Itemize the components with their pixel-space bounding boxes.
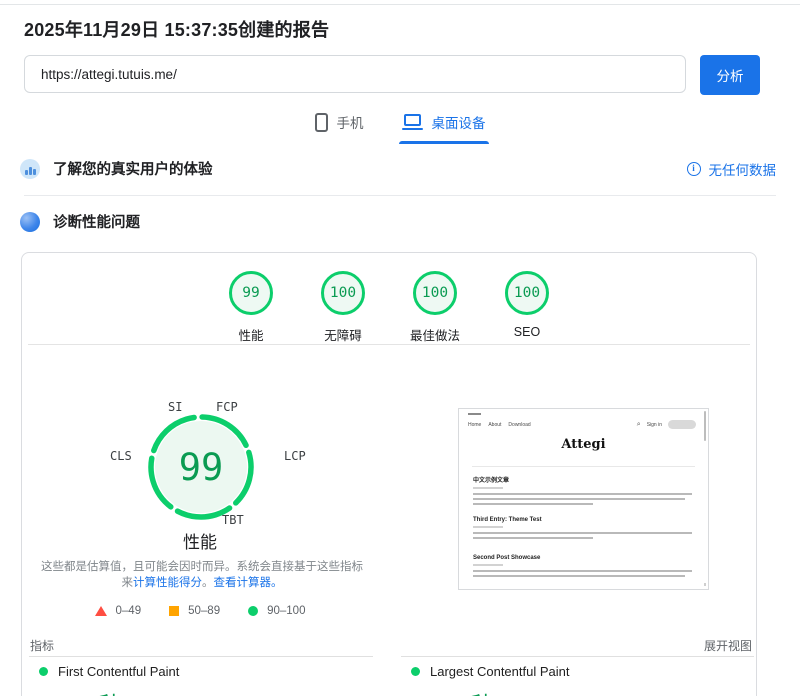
gauge-metric-fcp: FCP (216, 400, 238, 414)
calc-score-link[interactable]: 计算性能得分 (133, 577, 202, 589)
thumb-divider (472, 466, 695, 467)
thumb-scrollbar (704, 411, 707, 441)
thumb-subscribe-pill (668, 420, 696, 429)
thumb-nav-home: Home (468, 422, 481, 428)
category-seo[interactable]: 100 SEO (496, 271, 558, 344)
score-disclaimer: 这些都是估算值，且可能会因时而异。系统会直接基于这些指标来计算性能得分。查看计算… (36, 559, 368, 591)
thumb-post-1-title: 中文示例文章 (473, 475, 692, 484)
thumb-scrollbar-end (704, 583, 707, 586)
lab-section-title: 诊断性能问题 (53, 211, 140, 232)
thumb-logo-dash (468, 413, 481, 415)
accessibility-score-label: 无障碍 (324, 325, 362, 344)
tab-mobile[interactable]: 手机 (315, 112, 364, 144)
thumb-post-2-title: Third Entry: Theme Test (473, 517, 692, 523)
lab-section-header: 诊断性能问题 (20, 211, 776, 232)
thumb-nav-download: Download (508, 422, 530, 428)
metrics-header: 指标 (30, 637, 54, 654)
thumb-post-1: 中文示例文章 (473, 475, 692, 508)
fcp-value: 0.5 秒 (58, 686, 179, 696)
gauge-category-label: 性能 (130, 528, 270, 553)
diagnose-icon (20, 212, 40, 232)
legend-good: 90–100 (248, 605, 305, 617)
section-divider (24, 195, 776, 196)
laptop-icon (402, 114, 423, 130)
url-input[interactable] (24, 55, 686, 93)
no-data-link[interactable]: i 无任何数据 (687, 159, 777, 179)
red-triangle-icon (95, 606, 107, 616)
pagespeed-report: 2025年11月29日 15:37:35创建的报告 分析 手机 桌面设备 了解您… (0, 0, 800, 696)
gauge-metric-tbt: TBT (222, 513, 244, 527)
info-icon: i (687, 162, 701, 176)
field-data-section-header: 了解您的真实用户的体验 i 无任何数据 (20, 158, 776, 179)
thumb-search-icon: ⌕ (637, 422, 641, 428)
thumb-post-2: Third Entry: Theme Test (473, 517, 692, 542)
fcp-name: First Contentful Paint (58, 664, 179, 679)
metrics-divider-right (401, 656, 754, 657)
card-divider (28, 344, 750, 345)
real-users-icon (20, 159, 40, 179)
top-divider (0, 4, 800, 5)
legend-average-range: 50–89 (188, 605, 220, 617)
thumb-post-1-date (473, 487, 503, 489)
thumb-site-title: Attegi (459, 437, 708, 452)
performance-score-circle: 99 (229, 271, 273, 315)
tab-desktop-label: 桌面设备 (432, 112, 486, 132)
gauge-metric-cls: CLS (110, 449, 132, 463)
green-circle-icon (248, 606, 258, 616)
no-data-label: 无任何数据 (709, 159, 777, 179)
tab-desktop[interactable]: 桌面设备 (402, 112, 486, 144)
thumb-nav-about: About (488, 422, 501, 428)
lab-report-card: 99 性能 100 无障碍 100 最佳做法 100 SEO 99 SI FCP… (21, 252, 757, 696)
field-section-title: 了解您的真实用户的体验 (53, 158, 213, 179)
disclaimer-separator: 。 (202, 577, 214, 589)
metric-lcp: Largest Contentful Paint 0.5 秒 (411, 664, 569, 696)
thumb-post-3-title: Second Post Showcase (473, 555, 692, 561)
thumb-post-3-date (473, 564, 503, 566)
lcp-name: Largest Contentful Paint (430, 664, 569, 679)
gauge-score-value: 99 (140, 406, 262, 528)
seo-score-circle: 100 (505, 271, 549, 315)
active-tab-underline (399, 141, 489, 144)
gauge-metric-lcp: LCP (284, 449, 306, 463)
accessibility-score-circle: 100 (321, 271, 365, 315)
metrics-divider-left (29, 656, 373, 657)
page-screenshot-thumbnail[interactable]: Home About Download ⌕ Sign in Attegi 中文示… (458, 408, 709, 590)
thumb-post-2-date (473, 526, 503, 528)
thumb-navbar: Home About Download ⌕ Sign in (468, 420, 696, 429)
device-tabs: 手机 桌面设备 (0, 112, 800, 144)
seo-score-label: SEO (514, 325, 540, 339)
thumb-post-3: Second Post Showcase (473, 555, 692, 580)
best-practices-score-label: 最佳做法 (410, 325, 460, 344)
category-scores: 99 性能 100 无障碍 100 最佳做法 100 SEO (22, 271, 756, 344)
category-best-practices[interactable]: 100 最佳做法 (404, 271, 466, 344)
report-title: 2025年11月29日 15:37:35创建的报告 (24, 16, 329, 42)
best-practices-score-circle: 100 (413, 271, 457, 315)
legend-poor: 0–49 (95, 605, 142, 617)
legend-poor-range: 0–49 (116, 605, 142, 617)
legend-average: 50–89 (169, 605, 220, 617)
fcp-status-dot (39, 667, 48, 676)
performance-score-label: 性能 (238, 325, 263, 344)
metric-fcp: First Contentful Paint 0.5 秒 (39, 664, 179, 696)
thumb-sign-in: Sign in (647, 422, 662, 428)
category-performance[interactable]: 99 性能 (220, 271, 282, 344)
expand-view-link[interactable]: 展开视图 (704, 637, 752, 654)
analyze-button[interactable]: 分析 (700, 55, 760, 95)
category-accessibility[interactable]: 100 无障碍 (312, 271, 374, 344)
legend-good-range: 90–100 (267, 605, 305, 617)
score-legend: 0–49 50–89 90–100 (22, 605, 378, 617)
tab-mobile-label: 手机 (337, 112, 364, 132)
lcp-value: 0.5 秒 (430, 686, 569, 696)
gauge-metric-si: SI (168, 400, 182, 414)
calculator-link[interactable]: 查看计算器。 (214, 577, 283, 589)
lcp-status-dot (411, 667, 420, 676)
orange-square-icon (169, 606, 179, 616)
phone-icon (315, 113, 328, 132)
